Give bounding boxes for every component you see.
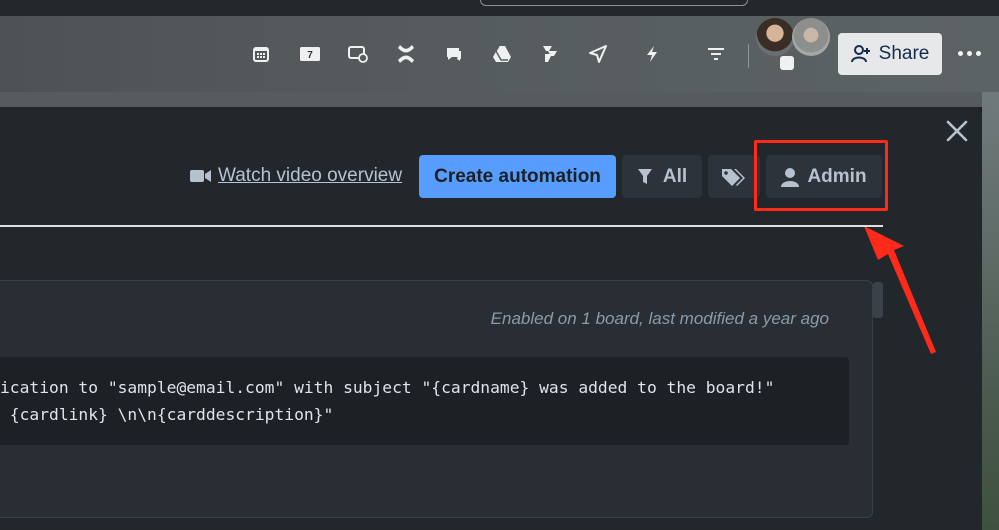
search-box-edge[interactable] bbox=[480, 0, 748, 6]
share-label: Share bbox=[878, 43, 930, 64]
watch-video-link[interactable]: Watch video overview bbox=[190, 165, 402, 187]
create-automation-label: Create automation bbox=[434, 165, 601, 187]
scrollbar[interactable] bbox=[873, 282, 883, 318]
close-icon[interactable] bbox=[944, 118, 970, 144]
window-top-strip bbox=[0, 0, 999, 16]
avatar[interactable] bbox=[756, 18, 794, 56]
filter-lines-icon[interactable] bbox=[705, 44, 727, 64]
calendar-day-number: 7 bbox=[307, 50, 313, 61]
admin-badge-icon bbox=[780, 56, 794, 70]
video-camera-icon bbox=[190, 170, 211, 182]
section-divider bbox=[0, 225, 883, 227]
funnel-icon bbox=[637, 168, 652, 184]
watch-video-label: Watch video overview bbox=[218, 165, 403, 186]
tags-icon bbox=[722, 168, 745, 186]
send-icon[interactable] bbox=[587, 44, 609, 64]
tags-button[interactable] bbox=[708, 155, 760, 198]
jira-icon[interactable] bbox=[539, 44, 561, 64]
create-automation-button[interactable]: Create automation bbox=[419, 155, 616, 198]
board-backdrop-landscape bbox=[982, 92, 999, 530]
google-drive-icon[interactable] bbox=[491, 44, 513, 64]
filter-all-button[interactable]: All bbox=[622, 155, 702, 198]
annotation-highlight-box bbox=[754, 140, 888, 211]
rule-action-code-block bbox=[0, 357, 849, 445]
calendar-icon[interactable] bbox=[250, 44, 272, 64]
header-divider bbox=[748, 44, 749, 68]
board-backdrop bbox=[0, 92, 982, 107]
lightning-icon[interactable] bbox=[641, 44, 663, 64]
confluence-icon[interactable] bbox=[395, 44, 417, 64]
rule-meta-text: Enabled on 1 board, last modified a year… bbox=[490, 309, 829, 328]
comment-icon[interactable] bbox=[443, 44, 465, 64]
avatar[interactable] bbox=[792, 18, 830, 56]
calendar-day-icon[interactable]: 7 bbox=[299, 44, 321, 64]
rule-action-line: {cardlink} \n\n{carddescription}" bbox=[0, 405, 334, 424]
filter-label: All bbox=[662, 165, 688, 187]
add-person-icon bbox=[850, 45, 870, 63]
more-menu-button[interactable] bbox=[956, 38, 982, 68]
share-button[interactable]: Share bbox=[838, 33, 942, 75]
screen-sync-icon[interactable] bbox=[347, 44, 369, 64]
rule-action-line: ication to "sample@email.com" with subje… bbox=[0, 378, 775, 397]
